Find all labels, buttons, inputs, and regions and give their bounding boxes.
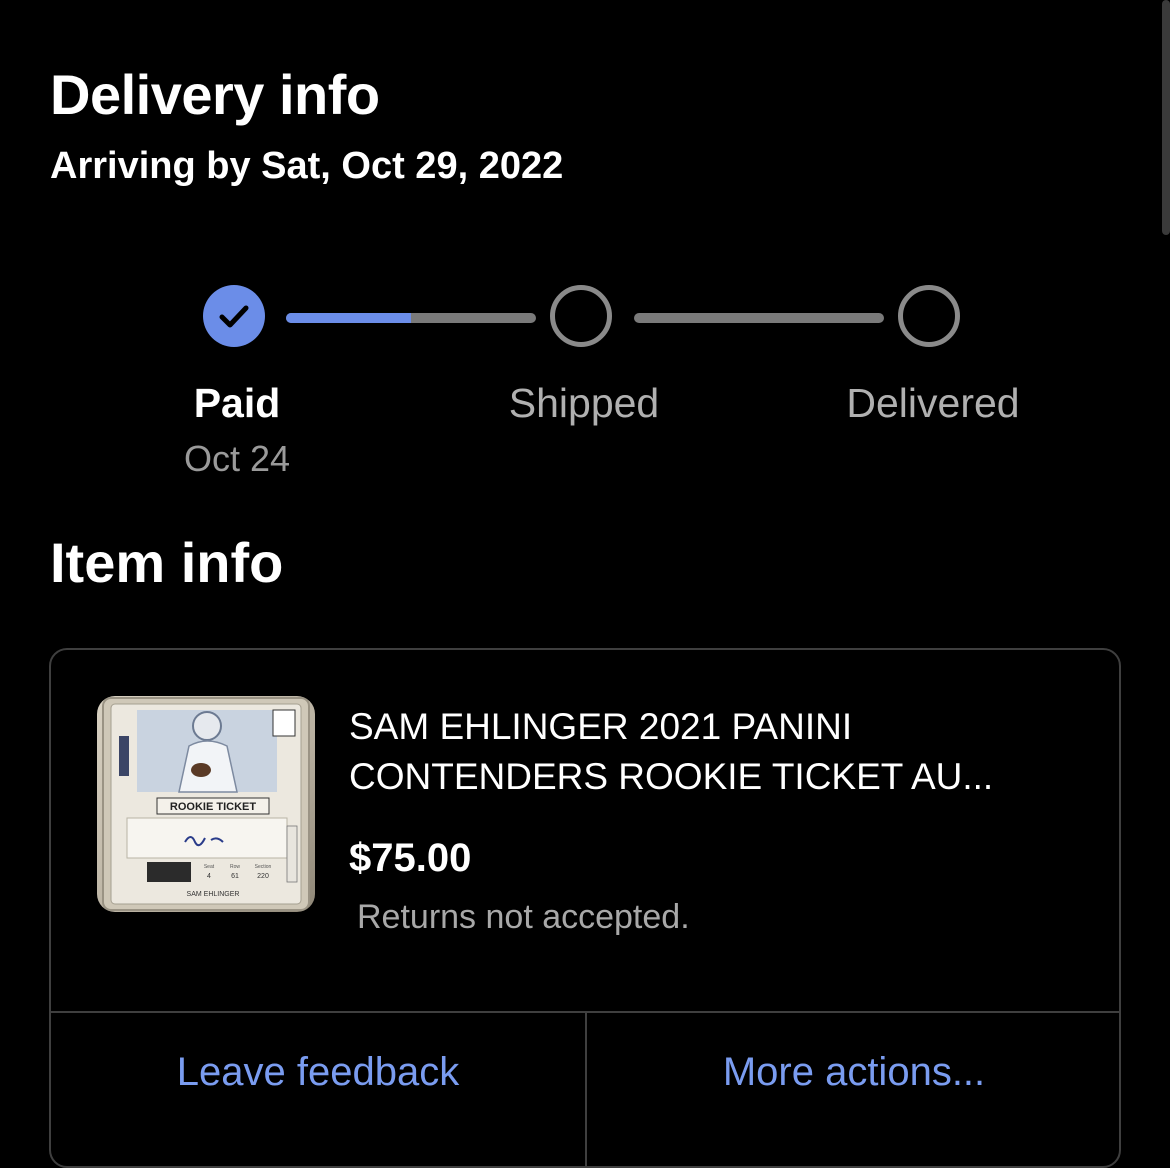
svg-text:61: 61	[231, 873, 239, 880]
step-shipped-label: Shipped	[508, 380, 660, 426]
step-delivered-label: Delivered	[846, 380, 1020, 426]
progress-bar-paid-shipped	[286, 313, 536, 323]
step-shipped-node	[550, 285, 612, 347]
item-thumbnail[interactable]: ROOKIE TICKET Seat 4 Row 61 Section 220 …	[97, 696, 315, 912]
item-card: ROOKIE TICKET Seat 4 Row 61 Section 220 …	[49, 648, 1121, 1168]
progress-bar-fill	[286, 313, 411, 323]
svg-text:Seat: Seat	[204, 864, 215, 870]
more-actions-button[interactable]: More actions...	[587, 1050, 1119, 1095]
item-info-heading: Item info	[50, 531, 284, 594]
step-paid-node	[203, 285, 265, 347]
thumbnail-banner-text: ROOKIE TICKET	[170, 801, 256, 813]
step-paid-label: Paid	[193, 380, 281, 426]
step-paid-date: Oct 24	[183, 438, 291, 479]
check-icon	[219, 305, 249, 328]
step-delivered-node	[898, 285, 960, 347]
progress-bar-shipped-delivered	[634, 313, 884, 323]
svg-text:220: 220	[257, 873, 269, 880]
svg-text:SAM EHLINGER: SAM EHLINGER	[187, 891, 240, 898]
svg-text:4: 4	[207, 873, 211, 880]
trading-card-image: ROOKIE TICKET Seat 4 Row 61 Section 220 …	[102, 697, 310, 911]
svg-text:Section: Section	[255, 864, 272, 870]
return-policy: Returns not accepted.	[357, 898, 690, 936]
svg-text:Row: Row	[230, 864, 240, 870]
item-price: $75.00	[349, 836, 472, 880]
delivery-tracker: Paid Oct 24 Shipped Delivered	[0, 0, 1170, 500]
item-title[interactable]: SAM EHLINGER 2021 PANINI CONTENDERS ROOK…	[349, 702, 1089, 802]
leave-feedback-button[interactable]: Leave feedback	[51, 1050, 585, 1095]
